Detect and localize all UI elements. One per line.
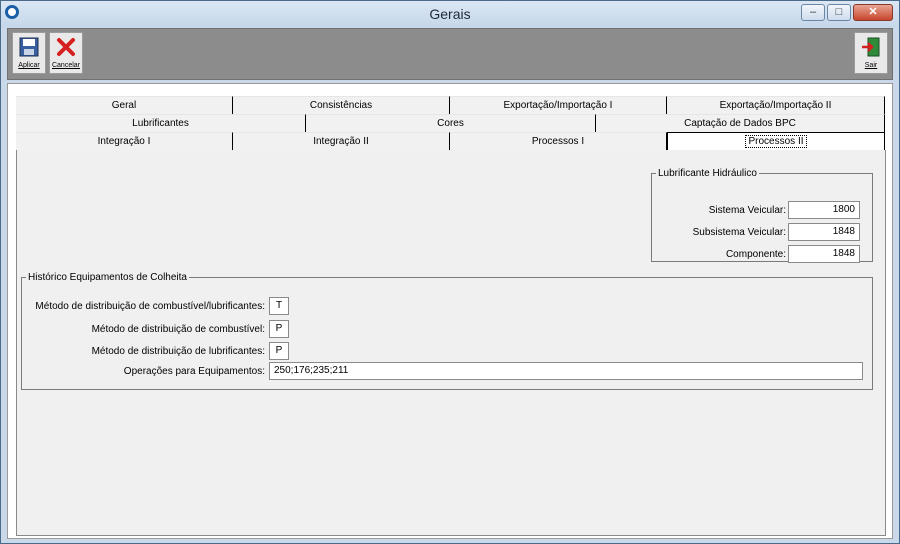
subsistema-veicular-label: Subsistema Veicular: bbox=[692, 227, 786, 238]
apply-button[interactable]: Aplicar bbox=[12, 32, 46, 74]
tab-exportacao-importacao-2[interactable]: Exportação/Importação II bbox=[667, 96, 885, 114]
tab-consistencias[interactable]: Consistências bbox=[233, 96, 450, 114]
toolbar: Aplicar Cancelar Sair bbox=[7, 28, 893, 80]
tab-processos-2-label: Processos II bbox=[745, 135, 807, 148]
metodo-comb-lub-row: Método de distribuição de combustível/lu… bbox=[22, 297, 265, 315]
tab-integracao-1[interactable]: Integração I bbox=[16, 132, 233, 150]
tab-processos-1[interactable]: Processos I bbox=[450, 132, 667, 150]
operacoes-row: Operações para Equipamentos: bbox=[22, 362, 265, 380]
tab-captacao-dados-bpc[interactable]: Captação de Dados BPC bbox=[596, 114, 885, 132]
window-controls: – □ ✕ bbox=[801, 4, 893, 21]
metodo-comb-row: Método de distribuição de combustível: bbox=[22, 320, 265, 338]
componente-field[interactable]: 1848 bbox=[788, 245, 860, 263]
subsistema-veicular-field[interactable]: 1848 bbox=[788, 223, 860, 241]
maximize-icon: □ bbox=[835, 6, 843, 18]
metodo-comb-label: Método de distribuição de combustível: bbox=[91, 324, 265, 335]
title-bar[interactable]: Gerais – □ ✕ bbox=[1, 1, 899, 27]
tab-processos-2[interactable]: Processos II bbox=[667, 132, 885, 150]
minimize-icon: – bbox=[809, 6, 817, 18]
metodo-comb-lub-field[interactable]: T bbox=[269, 297, 289, 315]
exit-button[interactable]: Sair bbox=[854, 32, 888, 74]
operacoes-field[interactable]: 250;176;235;211 bbox=[269, 362, 863, 380]
sistema-veicular-row: Sistema Veicular: bbox=[652, 201, 786, 219]
apply-label: Aplicar bbox=[18, 62, 40, 69]
tab-strip: Geral Consistências Exportação/Importaçã… bbox=[16, 96, 890, 150]
tab-lubrificantes[interactable]: Lubrificantes bbox=[16, 114, 306, 132]
metodo-comb-lub-label: Método de distribuição de combustível/lu… bbox=[35, 301, 265, 312]
componente-row: Componente: bbox=[652, 245, 786, 263]
content-area: Geral Consistências Exportação/Importaçã… bbox=[7, 83, 893, 539]
save-icon bbox=[19, 37, 39, 57]
sistema-veicular-label: Sistema Veicular: bbox=[708, 205, 786, 216]
tab-integracao-2[interactable]: Integração II bbox=[233, 132, 450, 150]
window-title: Gerais bbox=[429, 6, 471, 22]
componente-label: Componente: bbox=[725, 249, 786, 260]
historico-equipamentos-legend: Histórico Equipamentos de Colheita bbox=[28, 272, 187, 283]
processos-2-panel: Lubrificante Hidráulico Sistema Veicular… bbox=[16, 150, 886, 536]
metodo-lub-field[interactable]: P bbox=[269, 342, 289, 360]
subsistema-veicular-row: Subsistema Veicular: bbox=[652, 223, 786, 241]
tab-row-1: Geral Consistências Exportação/Importaçã… bbox=[16, 96, 890, 114]
metodo-lub-row: Método de distribuição de lubrificantes: bbox=[22, 342, 265, 360]
exit-door-icon bbox=[862, 37, 880, 57]
tab-geral[interactable]: Geral bbox=[16, 96, 233, 114]
historico-equipamentos-group: Histórico Equipamentos de Colheita Métod… bbox=[21, 272, 873, 390]
minimize-button[interactable]: – bbox=[801, 4, 825, 21]
sistema-veicular-field[interactable]: 1800 bbox=[788, 201, 860, 219]
close-button[interactable]: ✕ bbox=[853, 4, 893, 21]
close-icon: ✕ bbox=[868, 6, 878, 18]
exit-label: Sair bbox=[864, 62, 878, 69]
tab-exportacao-importacao-1[interactable]: Exportação/Importação I bbox=[450, 96, 667, 114]
cancel-button[interactable]: Cancelar bbox=[49, 32, 83, 74]
operacoes-label: Operações para Equipamentos: bbox=[123, 366, 265, 377]
cancel-x-icon bbox=[57, 38, 75, 56]
tab-row-3: Integração I Integração II Processos I P… bbox=[16, 132, 890, 150]
maximize-button[interactable]: □ bbox=[827, 4, 851, 21]
lubrificante-hidraulico-group: Lubrificante Hidráulico Sistema Veicular… bbox=[651, 168, 873, 263]
tab-row-2: Lubrificantes Cores Captação de Dados BP… bbox=[16, 114, 890, 132]
metodo-lub-label: Método de distribuição de lubrificantes: bbox=[91, 346, 265, 357]
tab-cores[interactable]: Cores bbox=[306, 114, 596, 132]
metodo-comb-field[interactable]: P bbox=[269, 320, 289, 338]
main-window: Gerais – □ ✕ Aplicar Cancelar Sair Geral… bbox=[0, 0, 900, 544]
cancel-label: Cancelar bbox=[51, 62, 80, 69]
lubrificante-hidraulico-legend: Lubrificante Hidráulico bbox=[658, 168, 757, 179]
